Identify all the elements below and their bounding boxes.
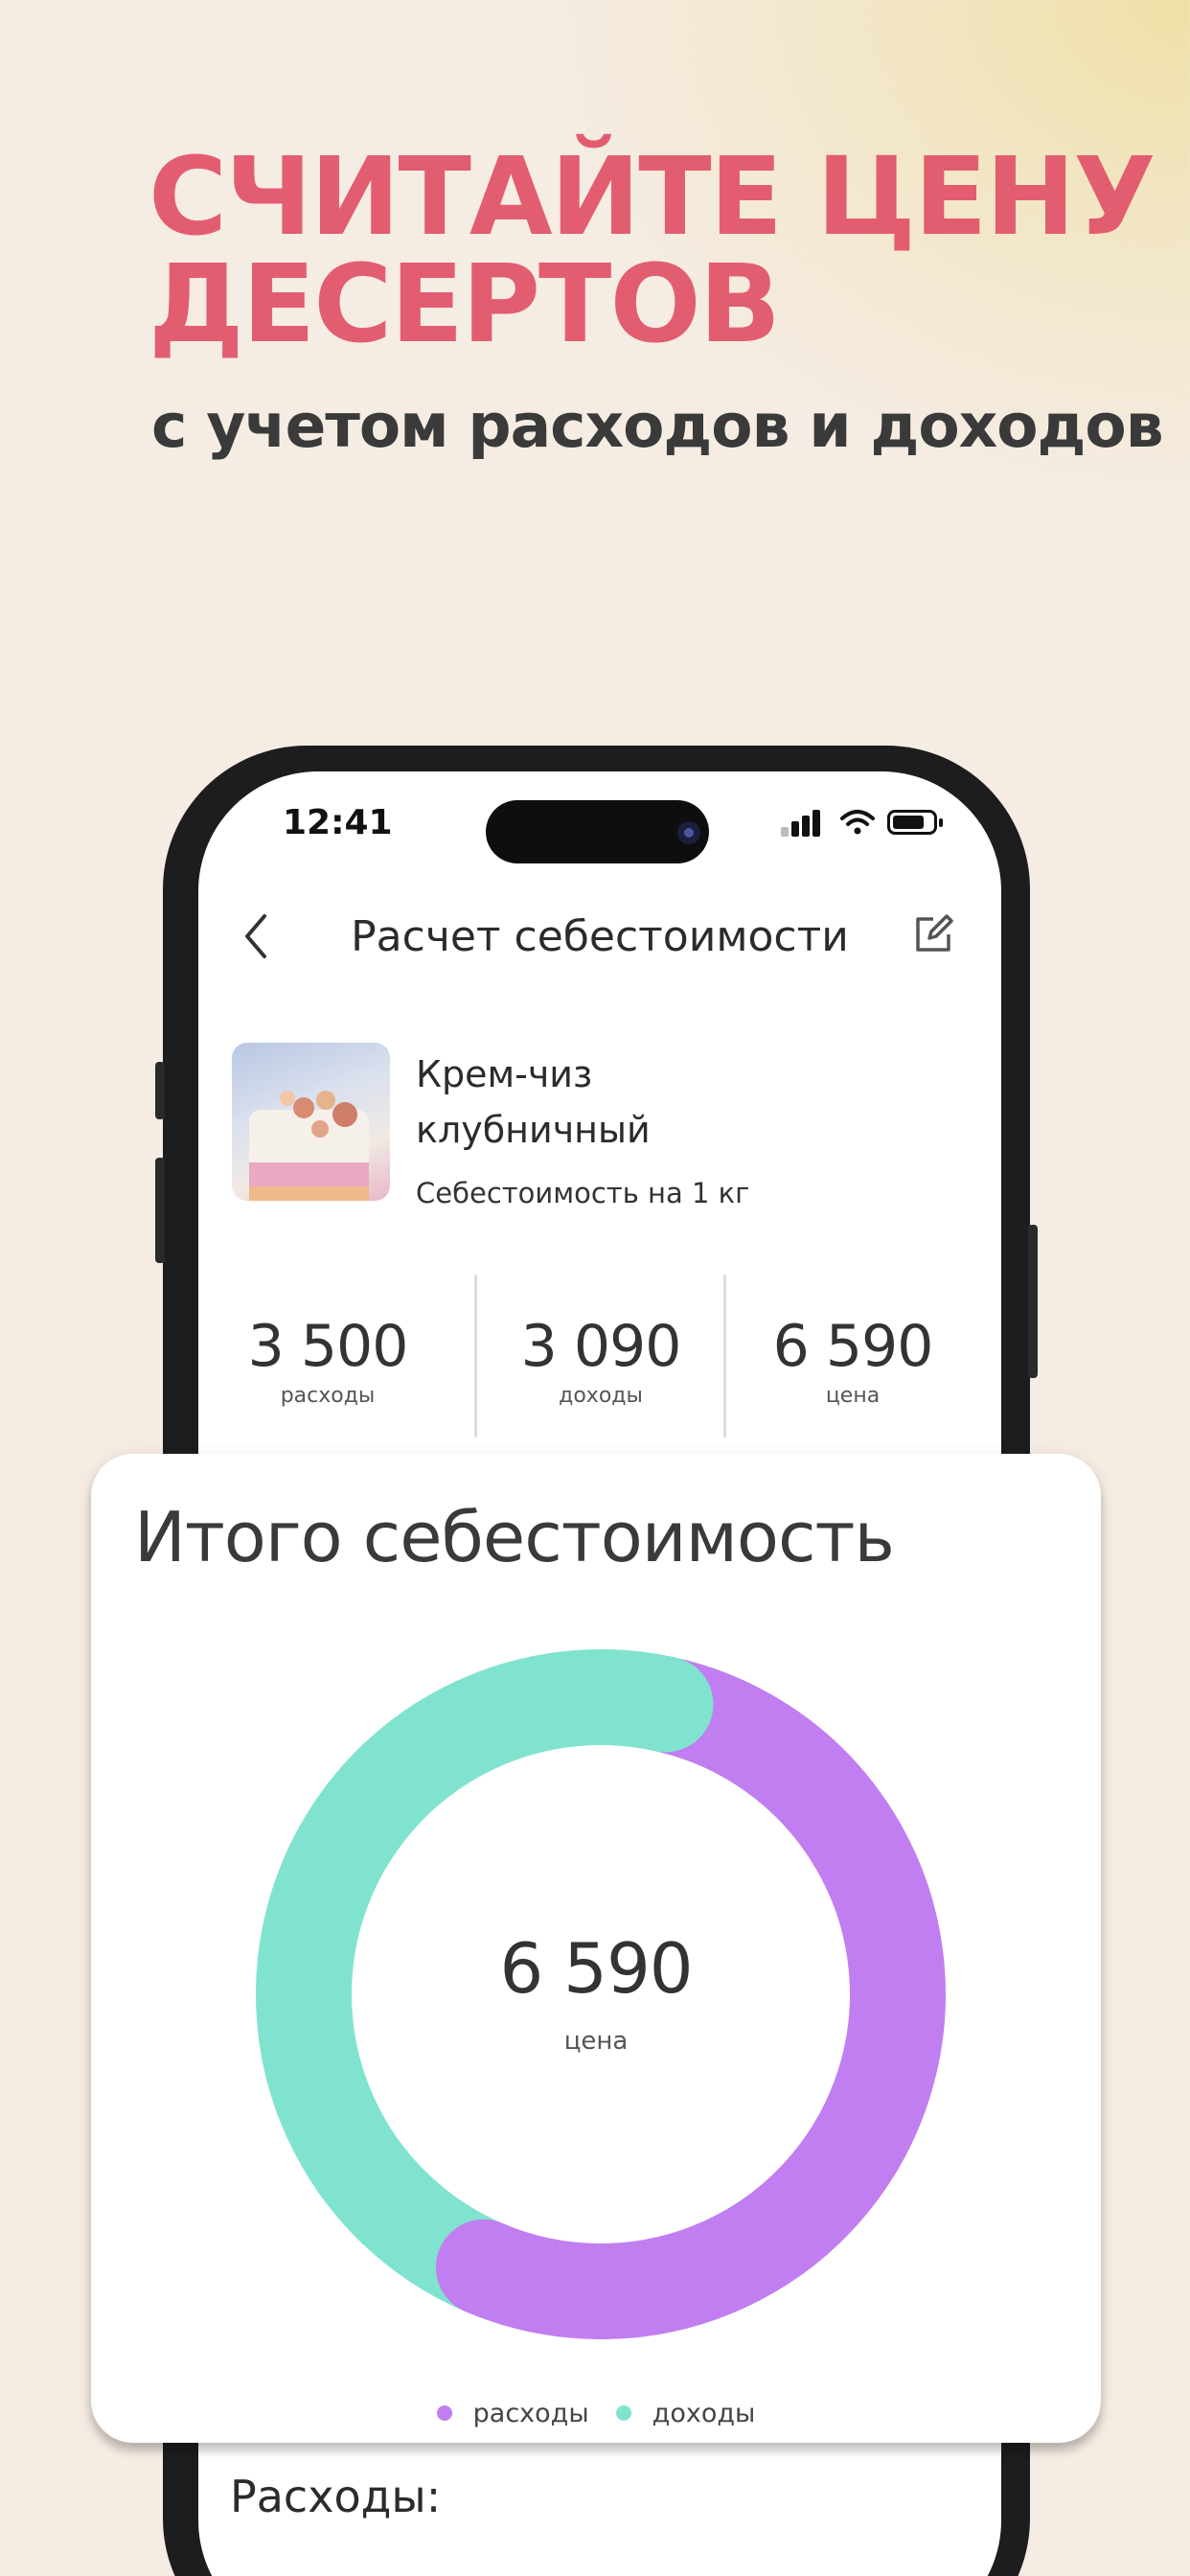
legend-dot <box>436 2405 452 2421</box>
product-name: Крем-чиз клубничный <box>416 1053 651 1151</box>
donut-center-value: 6 590 <box>499 1928 693 2009</box>
product-subtitle: Себестоимость на 1 кг <box>416 1177 750 1209</box>
page-title: Расчет себестоимости <box>351 912 849 961</box>
section-title-expenses: Расходы: <box>230 2471 442 2522</box>
legend-label: доходы <box>652 2398 756 2428</box>
stat-label: расходы <box>280 1384 376 1408</box>
promo-subline: с учетом расходов и доходов <box>151 391 1164 461</box>
donut-center-label: цена <box>563 2027 629 2056</box>
signal-icon <box>781 808 823 837</box>
status-icons <box>781 808 944 837</box>
edit-icon[interactable] <box>905 905 963 962</box>
legend-dot <box>615 2405 631 2421</box>
stat-label: доходы <box>559 1384 643 1408</box>
dynamic-island <box>486 800 709 863</box>
promo-headline: СЧИТАЙТЕ ЦЕНУ ДЕСЕРТОВ <box>149 135 1156 367</box>
stat-value: 3 500 <box>247 1313 409 1380</box>
summary-card: Итого себестоимость 6 590 цена расходы до… <box>91 1454 1101 2443</box>
stats-row: 3 500 расходы 3 090 доходы 6 590 цена <box>198 1275 1001 1438</box>
chart-legend: расходы доходы <box>91 2398 1101 2428</box>
nav-bar: Расчет себестоимости <box>198 891 1001 978</box>
stat-label: цена <box>825 1384 881 1408</box>
status-time: 12:41 <box>283 803 393 842</box>
stat-price: 6 590 цена <box>723 1313 982 1408</box>
battery-icon <box>887 810 943 835</box>
wifi-icon <box>840 810 875 835</box>
legend-label: расходы <box>472 2398 589 2428</box>
stat-income: 3 090 доходы <box>471 1313 730 1408</box>
stat-expenses: 3 500 расходы <box>198 1313 457 1408</box>
camera-icon <box>677 821 700 844</box>
product-image <box>232 1043 390 1201</box>
donut-slice-cap <box>614 1655 714 1753</box>
stat-value: 6 590 <box>772 1313 934 1380</box>
legend-item: расходы <box>436 2398 589 2428</box>
legend-item: доходы <box>615 2398 756 2428</box>
stat-value: 3 090 <box>520 1313 682 1380</box>
